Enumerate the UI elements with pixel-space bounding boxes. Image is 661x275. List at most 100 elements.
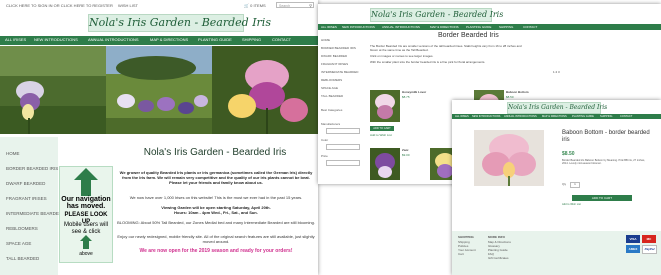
wishlist-link[interactable]: WISH LIST: [118, 3, 138, 8]
nav-all-irises[interactable]: ALL IRISES: [321, 25, 337, 29]
nav-contact[interactable]: CONTACT: [620, 115, 632, 118]
footer-shopping-title: SHOPPING: [458, 235, 474, 239]
nav-map-directions[interactable]: MAP & DIRECTIONS: [150, 37, 188, 42]
product-main-image[interactable]: [474, 130, 544, 186]
product-banner: Nola's Iris Garden - Bearded Iris: [452, 100, 661, 114]
top-account-links: CLICK HERE TO SIGN IN OR CLICK HERE TO R…: [6, 3, 138, 8]
home-page-window: CLICK HERE TO SIGN IN OR CLICK HERE TO R…: [0, 0, 318, 275]
sidebar-item-fragrant[interactable]: FRAGRANT IRISES: [321, 62, 348, 66]
footer-cart-link[interactable]: Cart: [458, 252, 464, 256]
add-to-cart-button[interactable]: ADD TO CART: [370, 126, 394, 131]
nav-all-irises[interactable]: ALL IRISES: [5, 37, 26, 42]
color-select[interactable]: [326, 144, 360, 150]
sidebar-item-intermediate[interactable]: INTERMEDIATE BEARDED: [6, 211, 62, 216]
nav-shipping[interactable]: SHIPPING: [600, 115, 612, 118]
manufacturers-select[interactable]: [326, 128, 360, 134]
sidebar-item-space-age[interactable]: SPACE AGE: [6, 241, 31, 246]
sidebar-item-border-bearded[interactable]: BORDER BEARDED IRIS: [321, 46, 356, 50]
nav-annual-introductions[interactable]: ANNUAL INTRODUCTIONS: [504, 115, 537, 118]
sidebar-item-space-age[interactable]: SPACE AGE: [321, 86, 338, 90]
add-to-wishlist-link[interactable]: Add to Wish List: [370, 133, 392, 137]
site-logo[interactable]: Nola's Iris Garden - Bearded Iris: [88, 14, 271, 32]
product-name-zazz[interactable]: Zazz: [402, 148, 409, 152]
category-intro-2: Click on images or names to see larger i…: [370, 54, 434, 58]
page-title: Nola's Iris Garden - Bearded Iris: [143, 147, 287, 158]
nav-annual-introductions[interactable]: ANNUAL INTRODUCTIONS: [382, 25, 420, 29]
sidebar-heading-manufacturers: Manufacturers: [321, 122, 341, 126]
sidebar-item-home[interactable]: HOME: [6, 151, 20, 156]
site-logo[interactable]: Nola's Iris Garden - Bearded Iris: [507, 102, 608, 114]
sign-in-link[interactable]: CLICK HERE TO SIGN IN: [6, 3, 53, 8]
register-link[interactable]: CLICK HERE TO REGISTER: [61, 3, 113, 8]
home-banner: CLICK HERE TO SIGN IN OR CLICK HERE TO R…: [0, 0, 318, 36]
cart-summary[interactable]: 🛒 0 ITEMS: [244, 3, 266, 8]
paypal-icon: PayPal: [642, 245, 657, 254]
search-icon[interactable]: ⚲: [309, 3, 312, 9]
sidebar-item-tall-bearded[interactable]: TALL BEARDED: [6, 256, 39, 261]
nav-planting-guide[interactable]: PLANTING GUIDE: [198, 37, 232, 42]
cart-count: 0: [250, 3, 253, 8]
product-image-zazz[interactable]: [370, 148, 400, 180]
sidebar-heading-color: Color: [321, 138, 329, 142]
iris-photo-3: [212, 46, 318, 134]
nav-annual-introductions[interactable]: ANNUAL INTRODUCTIONS: [88, 37, 139, 42]
nav-all-irises[interactable]: ALL IRISES: [455, 115, 469, 118]
nav-contact[interactable]: CONTACT: [523, 25, 537, 29]
main-nav: ALL IRISES NEW INTRODUCTIONS ANNUAL INTR…: [0, 36, 318, 45]
notice-line-3: Mobile users will see & click: [63, 222, 108, 235]
nav-new-introductions[interactable]: NEW INTRODUCTIONS: [34, 37, 78, 42]
product-price: $8.50: [562, 151, 575, 157]
nav-map-directions[interactable]: MAP & DIRECTIONS: [430, 25, 459, 29]
cart-items-label: ITEMS: [253, 3, 266, 8]
sidebar-item-dwarf-bearded[interactable]: DWARF BEARDED: [321, 54, 347, 58]
nav-new-introductions[interactable]: NEW INTRODUCTIONS: [472, 115, 500, 118]
nav-new-introductions[interactable]: NEW INTRODUCTIONS: [342, 25, 375, 29]
sidebar-item-fragrant[interactable]: FRAGRANT IRISES: [6, 196, 47, 201]
sidebar-item-rebloomers[interactable]: REBLOOMERS: [321, 78, 342, 82]
product-name-baboon[interactable]: Baboon Bottom: [506, 90, 529, 94]
sidebar-item-tall-bearded[interactable]: TALL BEARDED: [321, 94, 343, 98]
category-intro-1: The Border Bearded Iris are smaller vers…: [370, 44, 522, 52]
mobile-site-paragraph: Enjoy our newly redesigned, mobile frien…: [117, 234, 315, 244]
count-paragraph: We now have over 1,000 Irises on this we…: [129, 195, 303, 200]
notice-line-1: Our navigation has moved.: [61, 196, 111, 210]
nav-map-directions[interactable]: MAP & DIRECTIONS: [542, 115, 567, 118]
cart-icon: 🛒: [244, 3, 249, 8]
sidebar-heading-price: Price: [321, 154, 328, 158]
sidebar-item-intermediate[interactable]: INTERMEDIATE BEARDED: [321, 70, 358, 74]
product-price-zazz: $9.00: [402, 153, 410, 157]
qty-input[interactable]: 1: [570, 182, 580, 188]
footer-gift-link[interactable]: Gift Certificates: [488, 256, 509, 260]
nav-planting-guide[interactable]: PLANTING GUIDE: [572, 115, 594, 118]
nav-planting-guide[interactable]: PLANTING GUIDE: [466, 25, 491, 29]
notice-line-4: above: [79, 251, 93, 257]
category-banner: Nola's Iris Garden - Bearded Iris: [318, 4, 661, 25]
sidebar-item-border-bearded[interactable]: BORDER BEARDED IRIS: [6, 166, 58, 171]
intro-paragraph: We grower of quality Bearded Iris plants…: [119, 170, 313, 185]
or-text: OR: [53, 3, 60, 8]
sidebar-item-dwarf-bearded[interactable]: DWARF BEARDED: [6, 181, 45, 186]
category-intro-3: With the smaller plant size the border b…: [370, 60, 486, 64]
site-logo[interactable]: Nola's Iris Garden - Bearded Iris: [370, 8, 503, 22]
nav-contact[interactable]: CONTACT: [272, 37, 291, 42]
qty-label: Qty: [562, 183, 567, 186]
price-select[interactable]: [326, 160, 360, 166]
add-to-wishlist-link[interactable]: Add to Wish List: [562, 203, 650, 206]
sidebar-item-home[interactable]: HOME: [321, 38, 330, 42]
product-name-honeymilk[interactable]: Honeymilk Lover: [402, 90, 426, 94]
product-image-honeymilk[interactable]: [370, 90, 400, 122]
search-input[interactable]: Search ⚲: [276, 2, 314, 8]
product-price-honeymilk: $8.75: [402, 95, 410, 99]
site-logo-text: Nola's Iris Garden - Bearded Iris: [508, 104, 608, 111]
add-to-cart-button[interactable]: ADD TO CART: [572, 195, 632, 201]
nav-shipping[interactable]: SHIPPING: [242, 37, 261, 42]
nav-shipping[interactable]: SHIPPING: [499, 25, 513, 29]
iris-photo-1: [0, 46, 106, 134]
product-description: Border Bearded iris Baboon Bottom by Mea…: [562, 159, 646, 166]
home-main-content: Nola's Iris Garden - Bearded Iris We gro…: [112, 137, 318, 275]
product-page-window: Nola's Iris Garden - Bearded Iris ALL IR…: [452, 100, 661, 275]
product-title: Baboon Bottom - border bearded iris: [562, 130, 650, 143]
sidebar-item-rebloomers[interactable]: REBLOOMERS: [6, 226, 38, 231]
main-nav: ALL IRISES NEW INTRODUCTIONS ANNUAL INTR…: [452, 114, 661, 119]
category-pager[interactable]: 1 2 3: [553, 70, 560, 74]
